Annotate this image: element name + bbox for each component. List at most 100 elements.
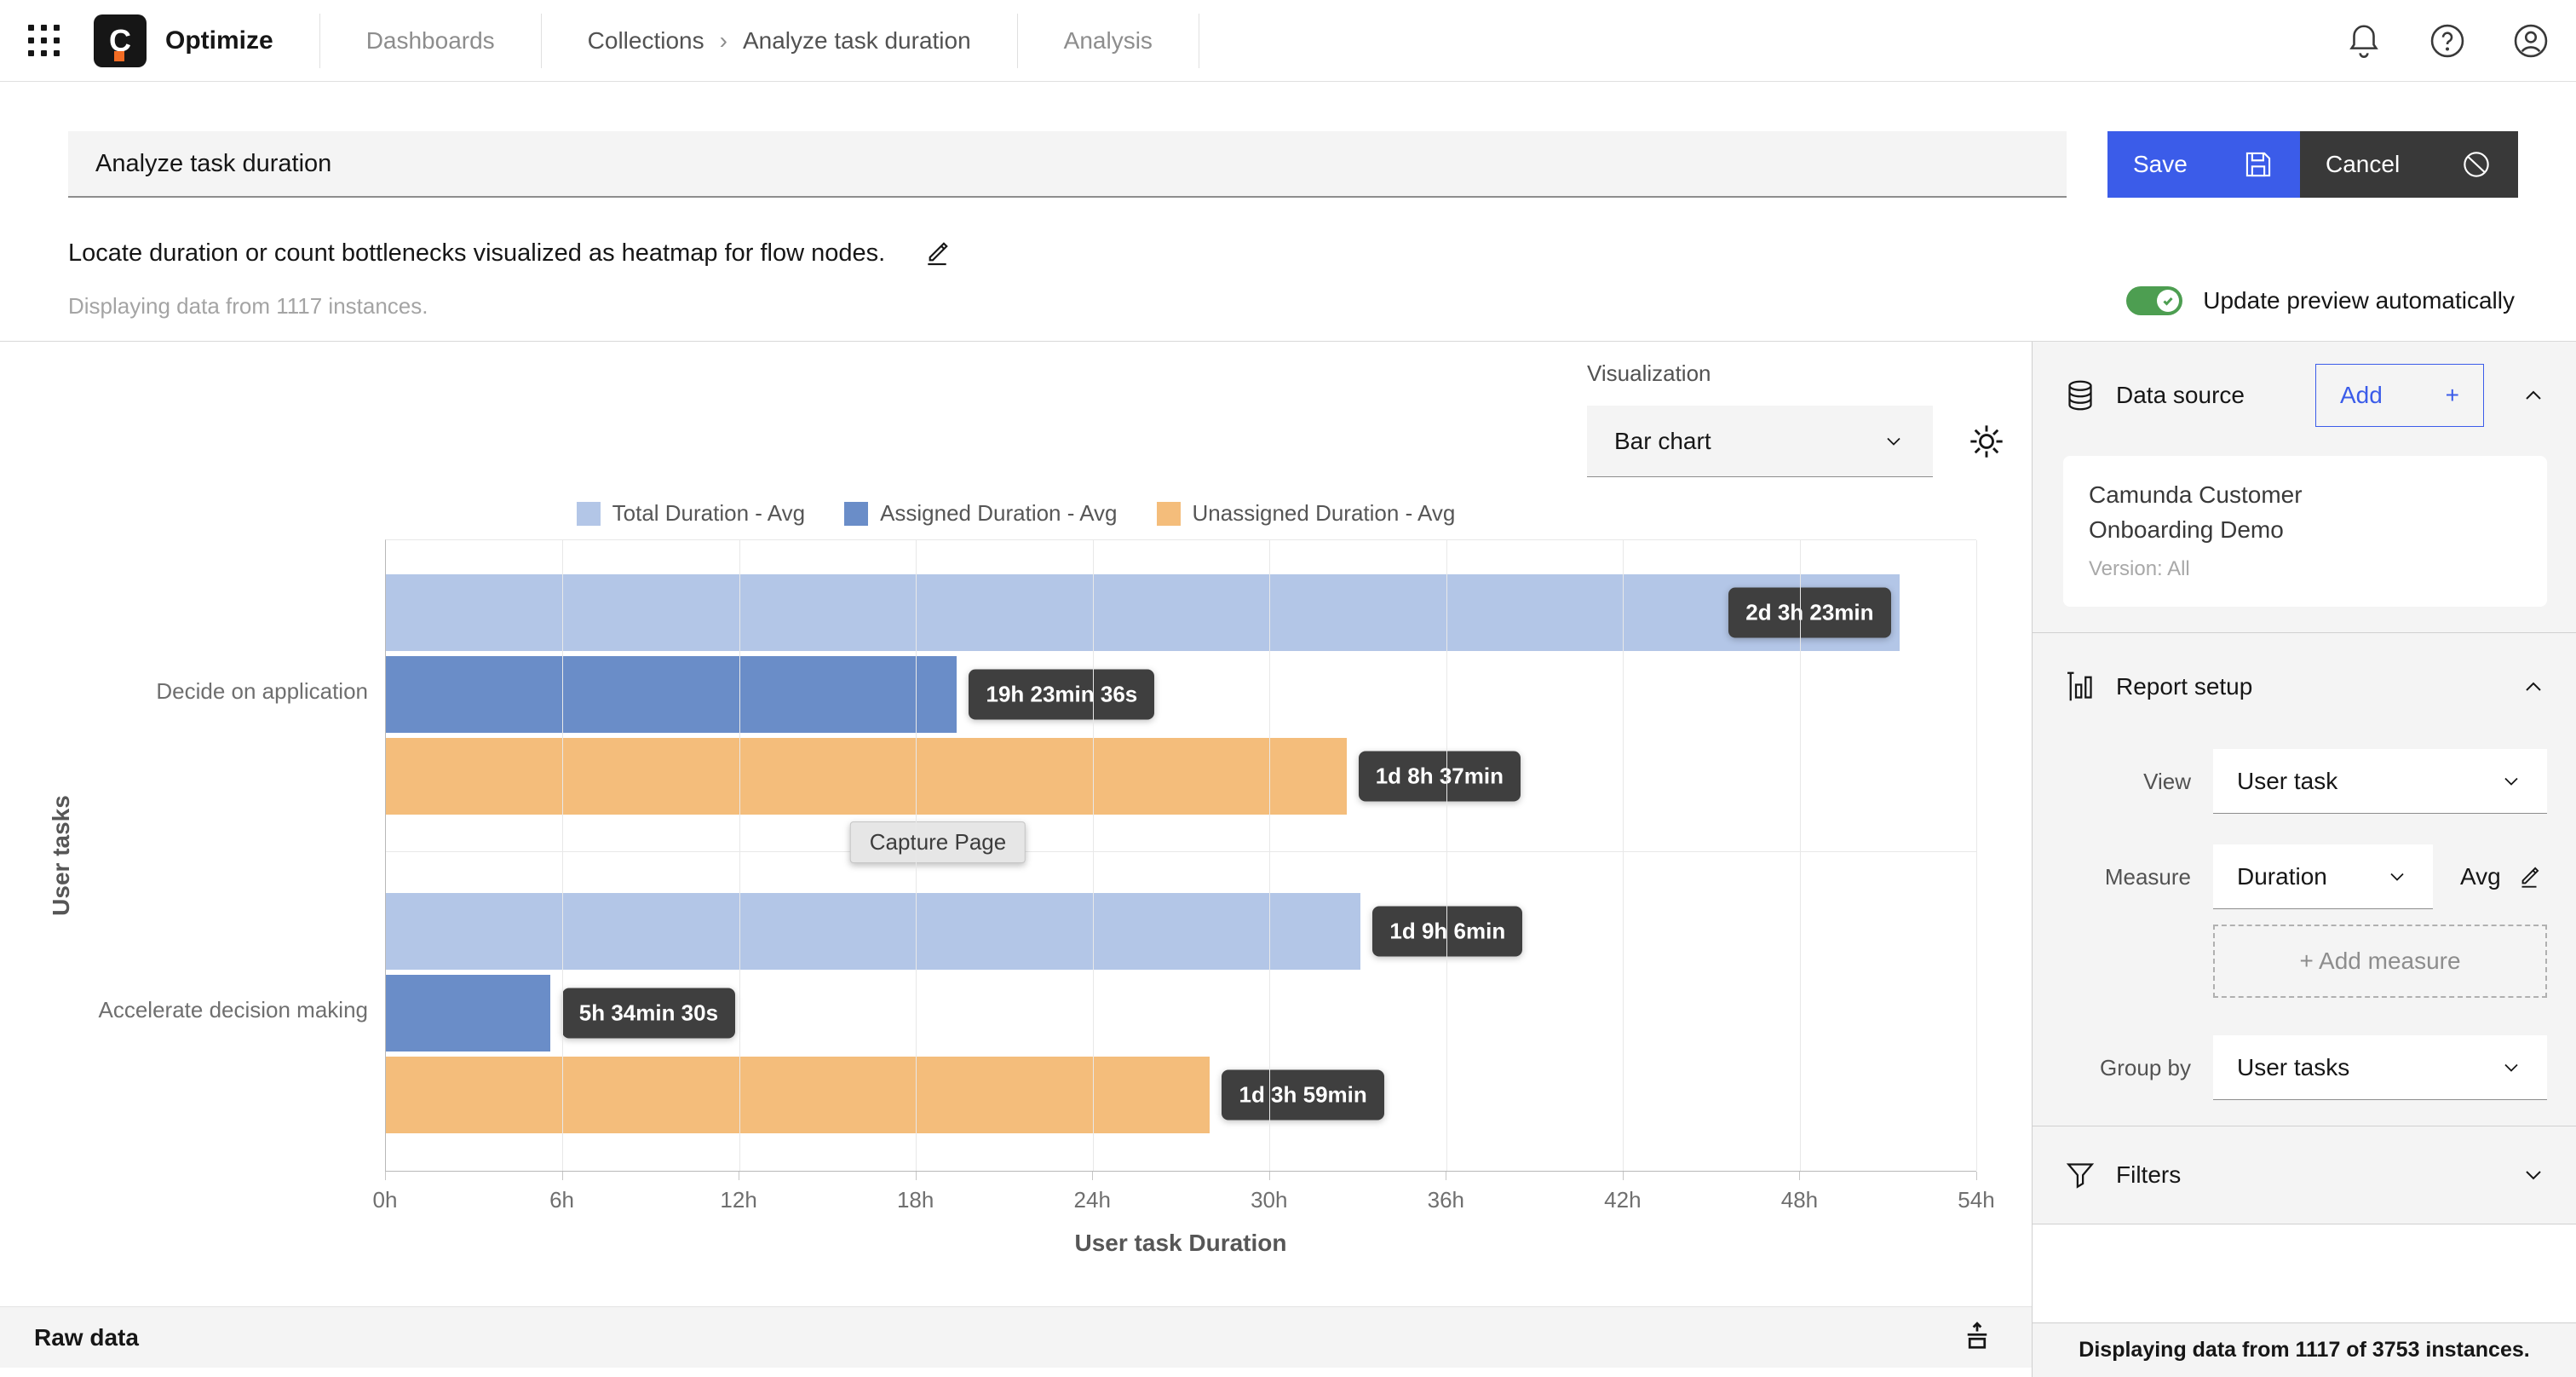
bar-assigned-accelerate[interactable] <box>386 975 550 1051</box>
report-setup-section: Report setup View User task Measure Dura… <box>2033 633 2576 1127</box>
legend-swatch <box>1156 501 1181 526</box>
gridline <box>1092 540 1094 1171</box>
bar-unassigned-decide[interactable] <box>386 738 1347 815</box>
raw-data-label: Raw data <box>34 1323 139 1351</box>
bar-unassigned-accelerate[interactable] <box>386 1057 1210 1133</box>
report-header: Save Cancel Locate duration or count bot… <box>0 82 2576 341</box>
add-data-source-button[interactable]: Add + <box>2315 364 2484 427</box>
gridline <box>386 851 1976 852</box>
data-source-section: Data source Add + Camunda Customer Onboa… <box>2033 342 2576 634</box>
x-tick-label: 24h <box>1073 1187 1111 1213</box>
view-select[interactable]: User task <box>2213 749 2547 815</box>
chevron-up-icon[interactable] <box>2520 673 2547 700</box>
gridline <box>739 540 740 1171</box>
bar-total-accelerate[interactable] <box>386 893 1361 970</box>
x-axis-title: User task Duration <box>1074 1230 1287 1256</box>
top-nav: C Optimize Dashboards Collections › Anal… <box>0 0 2576 82</box>
breadcrumb-collections[interactable]: Collections <box>588 27 704 55</box>
group-by-label: Group by <box>2100 1054 2191 1080</box>
tick-mark <box>1092 1172 1094 1180</box>
measure-select[interactable]: Duration <box>2213 844 2433 910</box>
chevron-up-icon[interactable] <box>2520 382 2547 409</box>
breadcrumb-current-report[interactable]: Analyze task duration <box>743 27 971 55</box>
app-switcher-icon[interactable] <box>24 20 65 61</box>
nav-item-analysis[interactable]: Analysis <box>1018 0 1199 82</box>
edit-description-icon[interactable] <box>921 237 953 269</box>
bar-row: 1d 3h 59min <box>386 1057 1976 1133</box>
add-button-label: Add <box>2340 382 2383 408</box>
sidebar-instances-footer: Displaying data from 1117 of 3753 instan… <box>2033 1322 2576 1377</box>
save-icon <box>2245 152 2271 177</box>
bar-value-label: 2d 3h 23min <box>1728 587 1891 638</box>
gridline <box>1976 540 1977 1171</box>
x-tick-label: 42h <box>1604 1187 1642 1213</box>
x-tick-label: 36h <box>1427 1187 1465 1213</box>
raw-data-bar[interactable]: Raw data <box>0 1306 2032 1368</box>
visualization-label: Visualization <box>1587 360 1711 386</box>
cancel-button[interactable]: Cancel <box>2300 131 2518 198</box>
tick-mark <box>915 1172 917 1180</box>
bar-row: 1d 9h 6min <box>386 893 1976 970</box>
sidebar-empty-area <box>2033 1224 2576 1322</box>
legend-swatch <box>576 501 601 526</box>
help-icon[interactable] <box>2428 21 2467 60</box>
legend-item-total[interactable]: Total Duration - Avg <box>576 500 806 527</box>
save-button[interactable]: Save <box>2107 131 2300 198</box>
nav-item-dashboards[interactable]: Dashboards <box>320 0 541 82</box>
legend-label: Unassigned Duration - Avg <box>1192 500 1456 526</box>
toggle-check-icon <box>2157 290 2180 312</box>
bar-total-decide[interactable] <box>386 574 1900 651</box>
edit-aggregation-icon[interactable] <box>2515 862 2544 891</box>
auto-preview-toggle[interactable] <box>2126 286 2183 315</box>
tick-mark <box>385 1172 386 1180</box>
x-tick-label: 54h <box>1958 1187 1995 1213</box>
category-label-decide: Decide on application <box>156 678 368 704</box>
open-raw-data-panel-icon[interactable] <box>1960 1321 1994 1355</box>
tick-mark <box>1622 1172 1624 1180</box>
add-measure-button[interactable]: + Add measure <box>2213 925 2547 999</box>
x-tick-label: 0h <box>372 1187 398 1213</box>
bar-row: 19h 23min 36s <box>386 656 1976 733</box>
bar-assigned-decide[interactable] <box>386 656 957 733</box>
report-title-input[interactable] <box>68 131 2067 198</box>
chevron-down-icon <box>2499 769 2523 793</box>
chart-settings-gear-icon[interactable] <box>1967 422 2006 461</box>
nav-icon-group <box>2344 21 2550 60</box>
chevron-down-icon[interactable] <box>2520 1161 2547 1189</box>
gridline <box>1623 540 1624 1171</box>
legend-label: Total Duration - Avg <box>612 500 806 526</box>
data-source-card[interactable]: Camunda Customer Onboarding Demo Version… <box>2063 456 2547 608</box>
plus-icon: + <box>2445 382 2459 408</box>
legend-label: Assigned Duration - Avg <box>880 500 1118 526</box>
bar-value-label: 1d 8h 37min <box>1358 751 1521 802</box>
gridline <box>916 540 917 1171</box>
tick-mark <box>1268 1172 1270 1180</box>
bar-row: 2d 3h 23min <box>386 574 1976 651</box>
gridline <box>562 540 564 1171</box>
view-value: User task <box>2237 767 2338 794</box>
notifications-bell-icon[interactable] <box>2344 21 2383 60</box>
chevron-down-icon <box>1882 429 1906 453</box>
x-tick-label: 12h <box>720 1187 757 1213</box>
visualization-selected-value: Bar chart <box>1614 427 1711 454</box>
user-profile-icon[interactable] <box>2511 21 2550 60</box>
legend-item-assigned[interactable]: Assigned Duration - Avg <box>844 500 1118 527</box>
visualization-area: Visualization Bar chart <box>1587 360 2006 477</box>
tick-mark <box>1976 1172 1977 1180</box>
save-button-label: Save <box>2133 151 2188 177</box>
filter-funnel-icon <box>2063 1158 2097 1192</box>
report-description: Locate duration or count bottlenecks vis… <box>68 239 886 267</box>
legend-item-unassigned[interactable]: Unassigned Duration - Avg <box>1156 500 1456 527</box>
brand: C Optimize <box>94 14 319 67</box>
group-by-select[interactable]: User tasks <box>2213 1035 2547 1101</box>
auto-preview-toggle-row: Update preview automatically <box>2126 286 2515 315</box>
bar-value-label: 19h 23min 36s <box>969 669 1155 720</box>
bar-value-label: 5h 34min 30s <box>561 988 736 1039</box>
x-tick-label: 48h <box>1780 1187 1819 1213</box>
visualization-select[interactable]: Bar chart <box>1587 406 1933 477</box>
tick-mark <box>561 1172 563 1180</box>
view-label: View <box>2143 768 2191 794</box>
config-sidebar: Data source Add + Camunda Customer Onboa… <box>2032 342 2576 1377</box>
auto-preview-label: Update preview automatically <box>2203 287 2515 314</box>
chart-panel: Visualization Bar chart Total Duration -… <box>0 342 2032 1377</box>
